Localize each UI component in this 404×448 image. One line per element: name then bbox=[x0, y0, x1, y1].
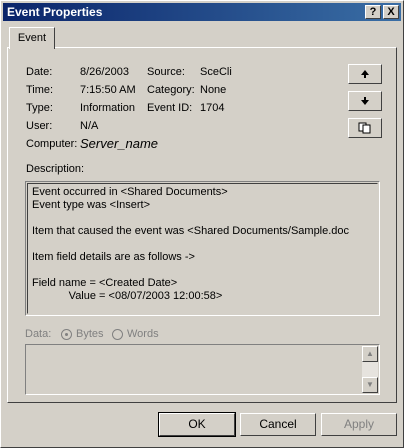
type-label: Type: bbox=[26, 102, 53, 114]
date-value: 8/26/2003 bbox=[80, 66, 129, 78]
description-box[interactable]: Event occurred in <Shared Documents> Even… bbox=[25, 181, 380, 316]
description-line bbox=[32, 264, 373, 277]
date-label: Date: bbox=[26, 66, 53, 78]
description-line bbox=[32, 212, 373, 225]
previous-event-button[interactable] bbox=[348, 64, 382, 84]
copy-icon bbox=[358, 122, 371, 134]
description-line: Item that caused the event was <Shared D… bbox=[32, 225, 350, 237]
help-button[interactable]: ? bbox=[365, 5, 381, 19]
copy-button[interactable] bbox=[348, 118, 382, 138]
scroll-down-icon[interactable]: ▼ bbox=[362, 377, 378, 393]
tab-event[interactable]: Event bbox=[9, 27, 55, 49]
next-event-button[interactable] bbox=[348, 91, 382, 111]
time-value: 7:15:50 AM bbox=[80, 84, 136, 96]
type-value: Information bbox=[80, 102, 136, 114]
data-box: ▲ ▼ bbox=[25, 344, 380, 395]
time-label: Time: bbox=[26, 84, 54, 96]
user-label: User: bbox=[26, 120, 53, 132]
close-button[interactable]: X bbox=[383, 5, 399, 19]
event-id-value: 1704 bbox=[200, 102, 225, 114]
event-properties-window: Event Properties ? X Event Date: 8/26/20… bbox=[0, 0, 404, 448]
bytes-label: Bytes bbox=[76, 328, 104, 340]
data-scrollbar[interactable]: ▲ ▼ bbox=[362, 346, 378, 393]
source-value: SceCli bbox=[200, 66, 232, 78]
description-line: Value = <08/07/2003 12:00:58> bbox=[32, 290, 223, 302]
apply-button[interactable]: Apply bbox=[321, 413, 397, 436]
category-value: None bbox=[200, 84, 227, 96]
cancel-button[interactable]: Cancel bbox=[240, 413, 316, 436]
description-text: Event occurred in <Shared Documents> Even… bbox=[27, 183, 378, 314]
description-line: Event type was <Insert> bbox=[32, 199, 151, 211]
description-label: Description: bbox=[26, 163, 85, 175]
words-label: Words bbox=[127, 328, 159, 340]
user-value: N/A bbox=[80, 120, 99, 132]
title-bar[interactable]: Event Properties ? X bbox=[3, 3, 401, 21]
bytes-radio[interactable] bbox=[61, 329, 72, 340]
data-label: Data: bbox=[25, 328, 52, 340]
computer-label: Computer: bbox=[26, 138, 78, 150]
source-label: Source: bbox=[147, 66, 185, 78]
arrow-up-icon bbox=[361, 70, 369, 78]
description-line: Item field details are as follows -> bbox=[32, 251, 195, 263]
description-line: Field name = <Created Date> bbox=[32, 277, 178, 289]
computer-value: Server_name bbox=[80, 136, 159, 151]
words-radio[interactable] bbox=[112, 329, 123, 340]
ok-button[interactable]: OK bbox=[158, 412, 236, 437]
event-id-label: Event ID: bbox=[147, 102, 193, 114]
category-label: Category: bbox=[147, 84, 195, 96]
window-title: Event Properties bbox=[7, 5, 103, 19]
description-line: Event occurred in <Shared Documents> bbox=[32, 186, 228, 198]
arrow-down-icon bbox=[361, 97, 369, 105]
description-line bbox=[32, 238, 373, 251]
scroll-up-icon[interactable]: ▲ bbox=[362, 346, 378, 362]
